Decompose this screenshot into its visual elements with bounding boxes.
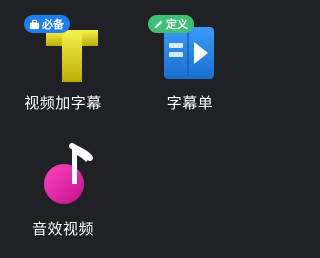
tile-subtitle-list[interactable]: 定义 字幕单 (135, 12, 245, 122)
subtitle-list-icon (164, 27, 214, 79)
music-note-icon (44, 143, 93, 204)
briefcase-icon (29, 19, 40, 29)
tile-sound-effect-video[interactable]: 音效视频 (8, 138, 118, 248)
tile-video-add-subtitle-label: 视频加字幕 (24, 94, 102, 112)
pencil-icon (154, 20, 163, 28)
tile-subtitle-list-label: 字幕单 (166, 94, 214, 112)
badge-custom-text: 定义 (166, 18, 188, 31)
badge-essential-text: 必备 (42, 18, 64, 31)
tile-video-add-subtitle[interactable]: 必备 视频加字幕 (8, 12, 118, 122)
tile-sound-effect-video-label: 音效视频 (31, 220, 94, 238)
badge-essential: 必备 (24, 15, 70, 33)
badge-custom: 定义 (148, 15, 194, 33)
